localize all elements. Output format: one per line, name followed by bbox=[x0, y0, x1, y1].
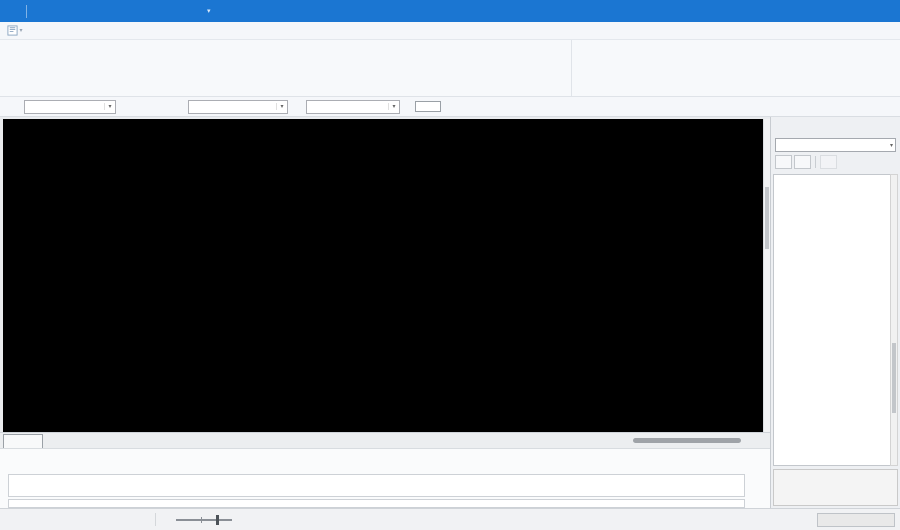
chevron-down-icon: ▾ bbox=[104, 103, 115, 110]
viewport-vertical-scrollbar[interactable] bbox=[763, 119, 770, 432]
document-combo[interactable]: ▾ bbox=[775, 138, 896, 152]
command-history bbox=[8, 474, 745, 497]
maximize-button[interactable] bbox=[842, 0, 871, 22]
print-preview-icon[interactable] bbox=[129, 4, 143, 18]
sort-az-icon[interactable] bbox=[794, 155, 811, 169]
minimize-button[interactable] bbox=[813, 0, 842, 22]
transfer-icon[interactable] bbox=[186, 4, 200, 18]
properties-toolbar bbox=[771, 152, 900, 171]
layer-toolbar: ▾ ▾ ▾ bbox=[0, 97, 900, 117]
property-pages-icon[interactable] bbox=[820, 155, 837, 169]
print-icon[interactable] bbox=[110, 4, 124, 18]
save-icon[interactable] bbox=[72, 4, 86, 18]
layers-icon[interactable] bbox=[5, 100, 19, 114]
pin-icon[interactable] bbox=[744, 455, 754, 466]
ribbon-items bbox=[0, 40, 571, 42]
viewport-horizontal-scrollbar[interactable] bbox=[633, 438, 741, 443]
quick-access-toolbar: ▾ bbox=[0, 4, 211, 18]
categorized-view-icon[interactable] bbox=[775, 155, 792, 169]
linetype-select[interactable]: ▾ bbox=[188, 100, 288, 114]
statusbar-separator bbox=[155, 513, 156, 526]
property-list-scrollbar[interactable] bbox=[890, 174, 898, 466]
title-bar: ▾ bbox=[0, 0, 900, 22]
chevron-down-icon: ▾ bbox=[888, 142, 895, 149]
progress-bar bbox=[817, 513, 895, 527]
new-doc-icon[interactable] bbox=[34, 4, 48, 18]
app-logo-icon bbox=[5, 4, 19, 18]
lineweight-select[interactable]: ▾ bbox=[306, 100, 400, 114]
viewport-3d-canvas[interactable] bbox=[3, 119, 763, 432]
zoom-slider-track[interactable] bbox=[176, 519, 232, 521]
property-list bbox=[773, 174, 891, 466]
layout-tab-bar bbox=[0, 432, 770, 448]
redo-icon[interactable] bbox=[167, 4, 181, 18]
color-grid-icon[interactable] bbox=[446, 100, 460, 114]
pin-icon[interactable] bbox=[884, 122, 894, 133]
application-menu-icon[interactable]: ▾ bbox=[0, 25, 30, 36]
toolbar-overflow-caret[interactable]: ▾ bbox=[207, 7, 211, 15]
save-as-icon[interactable] bbox=[91, 4, 105, 18]
layer-select[interactable]: ▾ bbox=[24, 100, 116, 114]
tab-model[interactable] bbox=[3, 434, 43, 449]
layer-zero-icon[interactable] bbox=[140, 100, 154, 114]
ribbon bbox=[0, 40, 900, 97]
paint-drop-icon[interactable] bbox=[121, 100, 135, 114]
zoom-slider[interactable] bbox=[172, 519, 236, 521]
ribbon-group-formato bbox=[0, 40, 572, 96]
properties-panel: ▾ bbox=[770, 117, 900, 508]
viewport-area bbox=[0, 117, 770, 448]
chevron-down-icon: ▾ bbox=[388, 103, 399, 110]
status-bar bbox=[0, 508, 900, 530]
pen-color-swatch[interactable] bbox=[415, 101, 441, 112]
open-folder-icon[interactable] bbox=[53, 4, 67, 18]
close-button[interactable] bbox=[871, 0, 900, 22]
zoom-slider-thumb[interactable] bbox=[216, 515, 219, 525]
chevron-down-icon: ▾ bbox=[276, 103, 287, 110]
undo-icon[interactable] bbox=[148, 4, 162, 18]
toolbar-separator bbox=[26, 5, 27, 18]
command-panel bbox=[0, 448, 770, 508]
menu-bar: ▾ bbox=[0, 22, 900, 40]
toolbar-separator bbox=[815, 156, 816, 168]
no-brush-icon[interactable] bbox=[159, 100, 173, 114]
command-input[interactable] bbox=[8, 499, 745, 508]
property-description-box bbox=[773, 469, 898, 506]
